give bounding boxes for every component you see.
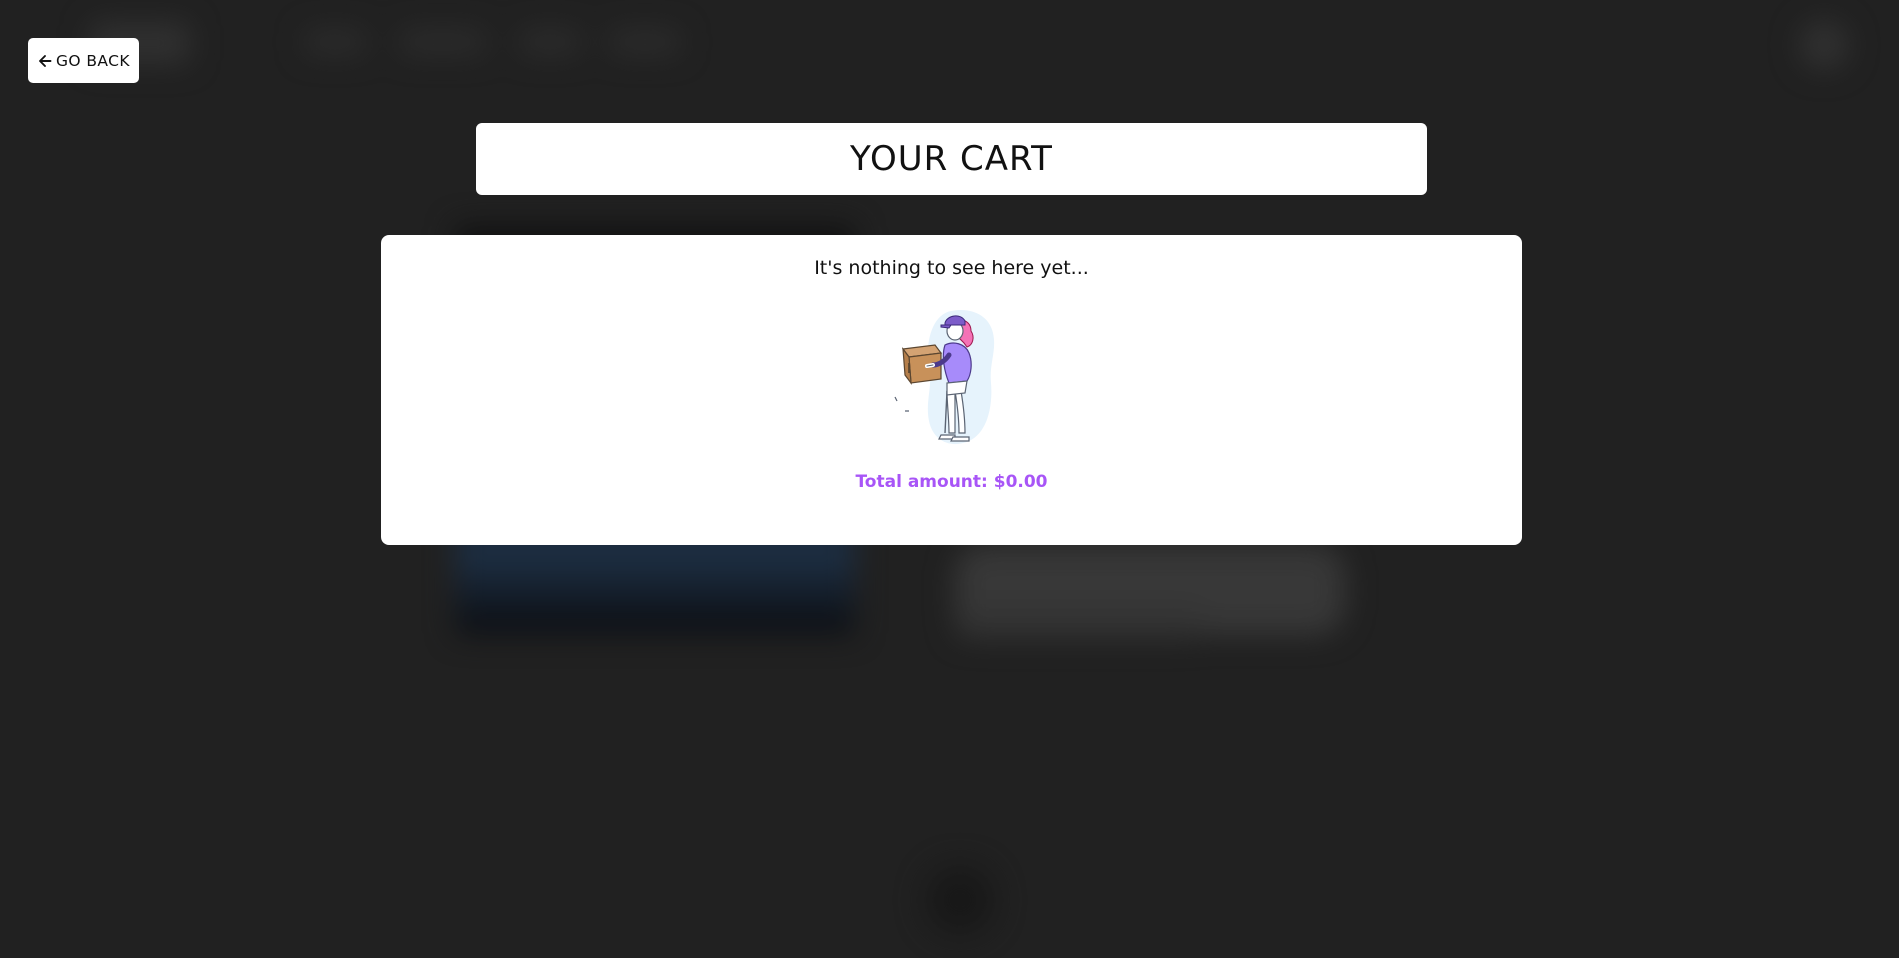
cart-title-box: YOUR CART	[476, 123, 1427, 195]
arrow-left-icon	[38, 54, 52, 68]
go-back-label: GO BACK	[56, 51, 130, 70]
go-back-button[interactable]: GO BACK	[28, 38, 139, 83]
person-holding-box-illustration	[889, 303, 1009, 453]
page-title: YOUR CART	[850, 139, 1053, 179]
cart-total-amount: Total amount: $0.00	[855, 472, 1048, 492]
cart-panel: It's nothing to see here yet... Total am…	[381, 235, 1522, 545]
empty-cart-message: It's nothing to see here yet...	[814, 257, 1089, 279]
